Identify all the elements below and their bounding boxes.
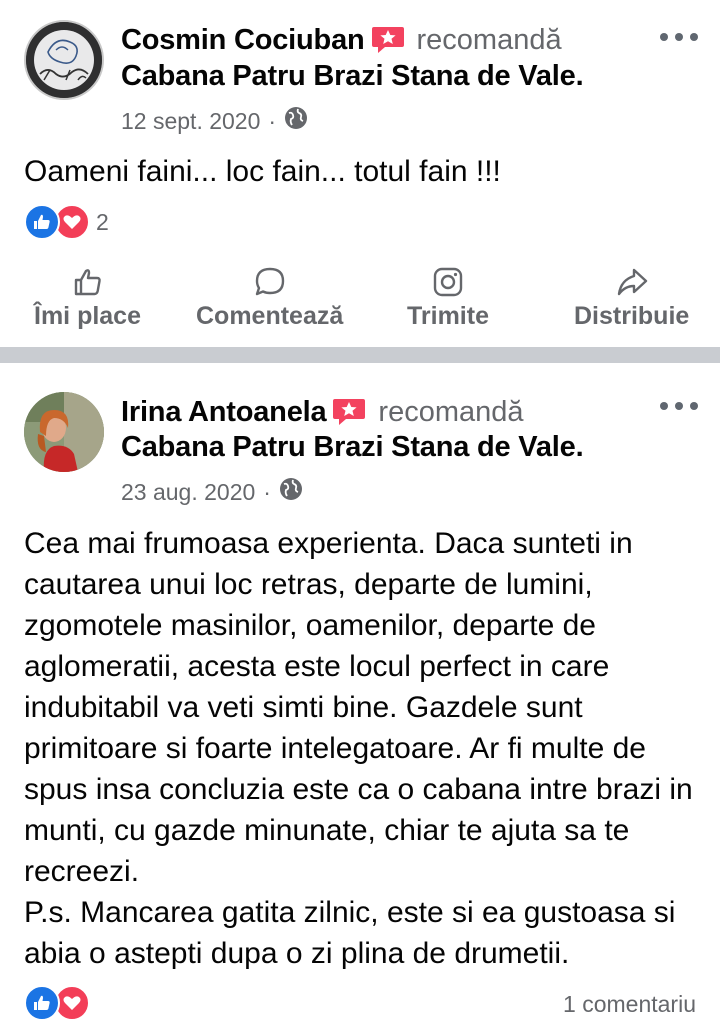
- post-date[interactable]: 12 sept. 2020: [121, 108, 260, 135]
- post-meta: 12 sept. 2020 ·: [121, 106, 308, 136]
- globe-icon: [284, 106, 308, 136]
- author-name[interactable]: Irina Antoanela: [121, 396, 327, 429]
- recommend-label: recomandă: [378, 395, 524, 428]
- instagram-icon: [433, 267, 463, 297]
- review-post: Irina Antoanela recomandă Cabana Patru B…: [0, 363, 720, 1032]
- recommend-badge-icon: [332, 397, 366, 427]
- share-label: Distribuie: [574, 302, 690, 330]
- more-options-button[interactable]: [660, 396, 698, 416]
- avatar-logo-image: [26, 22, 102, 98]
- review-post: Cosmin Cociuban recomandă Cabana Patru B…: [0, 0, 720, 347]
- dot: [675, 33, 683, 41]
- comments-count-link[interactable]: 1 comentariu: [563, 991, 696, 1018]
- post-meta: 23 aug. 2020 ·: [121, 477, 303, 507]
- dot: [660, 402, 668, 410]
- like-reaction-icon: [24, 985, 60, 1021]
- more-options-button[interactable]: [660, 27, 698, 47]
- dot: [660, 33, 668, 41]
- action-bar: Îmi place Comentează Trimite Distribuie: [0, 266, 720, 336]
- meta-separator: ·: [263, 478, 271, 505]
- comment-label: Comentează: [196, 302, 344, 330]
- like-button[interactable]: Îmi place: [34, 266, 141, 331]
- post-text: Oameni faini... loc fain... totul fain !…: [24, 155, 501, 188]
- comment-bubble-icon: [255, 267, 284, 296]
- recommend-label: recomandă: [416, 23, 562, 56]
- dot: [690, 33, 698, 41]
- dot: [690, 402, 698, 410]
- author-avatar[interactable]: [24, 20, 104, 100]
- post-header: Irina Antoanela recomandă: [121, 392, 524, 432]
- thumbs-up-icon: [74, 269, 101, 296]
- like-reaction-icon: [24, 204, 60, 240]
- author-avatar[interactable]: [24, 392, 104, 472]
- share-button[interactable]: Distribuie: [574, 266, 689, 331]
- send-button[interactable]: Trimite: [407, 266, 489, 331]
- meta-separator: ·: [268, 107, 277, 134]
- author-name[interactable]: Cosmin Cociuban: [121, 24, 365, 57]
- dot: [675, 402, 683, 410]
- send-label: Trimite: [407, 302, 489, 330]
- like-label: Îmi place: [34, 302, 141, 330]
- avatar-photo-image: [24, 392, 104, 472]
- post-divider: [0, 347, 720, 363]
- reactions-summary[interactable]: 2: [24, 204, 109, 240]
- post-date[interactable]: 23 aug. 2020: [121, 479, 255, 506]
- post-text: Cea mai frumoasa experienta. Daca suntet…: [24, 527, 693, 970]
- recommended-page-name[interactable]: Cabana Patru Brazi Stana de Vale.: [121, 431, 584, 464]
- recommended-page-name[interactable]: Cabana Patru Brazi Stana de Vale.: [121, 60, 584, 93]
- share-arrow-icon: [617, 268, 647, 296]
- recommend-badge-icon: [371, 25, 405, 55]
- reactions-summary[interactable]: [24, 985, 90, 1021]
- reaction-count: 2: [96, 208, 109, 235]
- comment-button[interactable]: Comentează: [196, 266, 343, 331]
- post-header: Cosmin Cociuban recomandă: [121, 20, 562, 60]
- globe-icon: [279, 477, 303, 507]
